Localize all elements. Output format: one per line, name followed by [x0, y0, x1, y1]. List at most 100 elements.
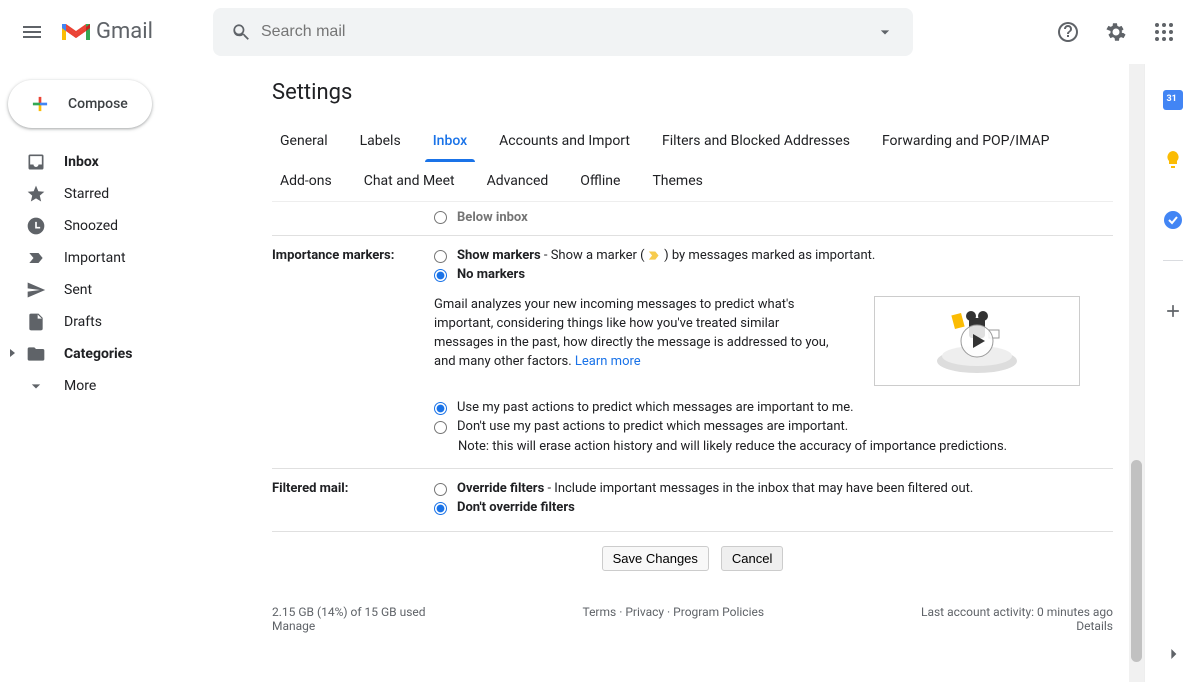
- main: Settings General Labels Inbox Accounts a…: [256, 64, 1200, 682]
- nav-label: Inbox: [64, 154, 99, 170]
- manage-storage-link[interactable]: Manage: [272, 619, 315, 633]
- sidebar-item-snoozed[interactable]: Snoozed: [0, 210, 256, 242]
- header: Gmail: [0, 0, 1200, 64]
- radio-dont-use-past[interactable]: [434, 421, 447, 434]
- support-button[interactable]: [1048, 12, 1088, 52]
- tab-advanced[interactable]: Advanced: [479, 161, 557, 201]
- footer-mid: Terms · Privacy · Program Policies: [582, 605, 764, 633]
- nav-label: Categories: [64, 346, 132, 362]
- privacy-link[interactable]: Privacy: [625, 605, 664, 619]
- details-link[interactable]: Details: [1076, 619, 1113, 633]
- radio-no-markers[interactable]: [434, 269, 447, 282]
- tab-addons[interactable]: Add-ons: [272, 161, 340, 201]
- chevron-right-icon: [1163, 644, 1183, 664]
- radio-below-inbox[interactable]: [434, 211, 447, 224]
- tab-filters[interactable]: Filters and Blocked Addresses: [654, 121, 858, 161]
- past-note: Note: this will erase action history and…: [458, 438, 1038, 456]
- no-markers-text: No markers: [457, 267, 525, 282]
- setting-row-importance: Importance markers: Show markers - Show …: [272, 236, 1113, 469]
- categories-icon: [26, 344, 46, 364]
- importance-video[interactable]: [874, 296, 1080, 386]
- hamburger-icon: [20, 20, 44, 44]
- play-icon: [959, 323, 995, 359]
- drafts-icon: [26, 312, 46, 332]
- scrollbar[interactable]: [1129, 64, 1144, 682]
- compose-label: Compose: [68, 96, 128, 112]
- tasks-icon: [1163, 210, 1183, 230]
- tab-inbox[interactable]: Inbox: [425, 121, 475, 161]
- page-title: Settings: [272, 80, 1113, 105]
- side-collapse-button[interactable]: [1153, 634, 1193, 674]
- side-panel: 31: [1144, 64, 1200, 682]
- below-inbox-label: Below inbox: [457, 210, 528, 225]
- sidebar-item-drafts[interactable]: Drafts: [0, 306, 256, 338]
- header-right: [1048, 12, 1192, 52]
- side-tasks[interactable]: [1153, 200, 1193, 240]
- search-bar: [213, 8, 913, 56]
- dont-use-past-text: Don't use my past actions to predict whi…: [457, 419, 848, 434]
- settings-button[interactable]: [1096, 12, 1136, 52]
- gmail-logo-icon: [60, 20, 92, 44]
- search-icon[interactable]: [221, 12, 261, 52]
- sidebar-item-important[interactable]: Important: [0, 242, 256, 274]
- help-icon: [1056, 20, 1080, 44]
- sidebar-item-categories[interactable]: Categories: [0, 338, 256, 370]
- footer-left: 2.15 GB (14%) of 15 GB used Manage: [272, 605, 426, 633]
- storage-text: 2.15 GB (14%) of 15 GB used: [272, 605, 426, 619]
- inbox-icon: [26, 152, 46, 172]
- nav-label: Important: [64, 250, 126, 266]
- footer: 2.15 GB (14%) of 15 GB used Manage Terms…: [272, 597, 1113, 649]
- save-button[interactable]: Save Changes: [602, 546, 709, 571]
- compose-plus-icon: [24, 88, 56, 120]
- scrollbar-thumb[interactable]: [1131, 460, 1142, 662]
- settings-content: Settings General Labels Inbox Accounts a…: [256, 64, 1129, 682]
- filtered-body: Override filters - Include important mes…: [434, 481, 1113, 519]
- gmail-logo-text: Gmail: [96, 19, 153, 44]
- tab-accounts[interactable]: Accounts and Import: [491, 121, 638, 161]
- importance-label: Importance markers:: [272, 248, 434, 456]
- nav-label: Sent: [64, 282, 92, 298]
- tab-chat[interactable]: Chat and Meet: [356, 161, 463, 201]
- side-divider: [1163, 260, 1183, 261]
- search-input[interactable]: [261, 23, 865, 41]
- radio-dont-override[interactable]: [434, 502, 447, 515]
- radio-override-filters[interactable]: [434, 483, 447, 496]
- tab-themes[interactable]: Themes: [644, 161, 710, 201]
- show-markers-text: Show markers - Show a marker ( ) by mess…: [457, 248, 875, 263]
- radio-use-past[interactable]: [434, 402, 447, 415]
- sidebar-item-more[interactable]: More: [0, 370, 256, 402]
- gmail-logo[interactable]: Gmail: [60, 19, 153, 44]
- policies-link[interactable]: Program Policies: [673, 605, 764, 619]
- side-calendar[interactable]: 31: [1153, 80, 1193, 120]
- apps-grid-icon: [1152, 20, 1176, 44]
- search-options-button[interactable]: [865, 12, 905, 52]
- importance-explain-text: Gmail analyzes your new incoming message…: [434, 296, 834, 386]
- sidebar-item-starred[interactable]: Starred: [0, 178, 256, 210]
- tab-general[interactable]: General: [272, 121, 336, 161]
- side-keep[interactable]: [1153, 140, 1193, 180]
- terms-link[interactable]: Terms: [582, 605, 616, 619]
- learn-more-link[interactable]: Learn more: [575, 354, 641, 369]
- tab-offline[interactable]: Offline: [572, 161, 628, 201]
- sidebar: Compose Inbox Starred Snoozed Important: [0, 64, 256, 682]
- sidebar-item-sent[interactable]: Sent: [0, 274, 256, 306]
- footer-right: Last account activity: 0 minutes ago Det…: [921, 605, 1113, 633]
- cancel-button[interactable]: Cancel: [721, 546, 783, 571]
- keep-icon: [1163, 150, 1183, 170]
- tune-icon: [875, 22, 895, 42]
- main-menu-button[interactable]: [8, 8, 56, 56]
- caret-right-icon: [8, 346, 18, 362]
- use-past-text: Use my past actions to predict which mes…: [457, 400, 854, 415]
- apps-button[interactable]: [1144, 12, 1184, 52]
- override-filters-text: Override filters - Include important mes…: [457, 481, 973, 496]
- importance-explain: Gmail analyzes your new incoming message…: [434, 296, 1113, 386]
- radio-show-markers[interactable]: [434, 250, 447, 263]
- tab-forwarding[interactable]: Forwarding and POP/IMAP: [874, 121, 1057, 161]
- nav-label: More: [64, 378, 96, 394]
- settings-scroll[interactable]: Below inbox Importance markers: Show mar…: [272, 202, 1113, 682]
- chevron-down-icon: [26, 376, 46, 396]
- sidebar-item-inbox[interactable]: Inbox: [0, 146, 256, 178]
- compose-button[interactable]: Compose: [8, 80, 152, 128]
- tab-labels[interactable]: Labels: [352, 121, 409, 161]
- side-addons-button[interactable]: [1153, 291, 1193, 331]
